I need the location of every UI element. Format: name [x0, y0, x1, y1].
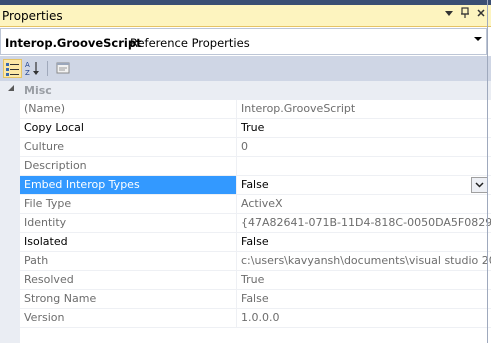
- property-value-cell[interactable]: ActiveX: [237, 195, 491, 214]
- selected-object-name: Interop.GrooveScript: [5, 36, 142, 50]
- property-name-cell: Resolved: [20, 271, 236, 290]
- row-gutter: [0, 157, 20, 176]
- property-row-version[interactable]: Version 1.0.0.0: [0, 309, 491, 328]
- property-name: Copy Local: [24, 121, 84, 134]
- property-value: ActiveX: [241, 197, 283, 210]
- property-value-cell[interactable]: Interop.GrooveScript: [237, 100, 491, 119]
- property-name-cell: Culture: [20, 138, 236, 157]
- panel-right-border: [487, 0, 488, 343]
- property-name-cell: Identity: [20, 214, 236, 233]
- property-row-file-type[interactable]: File Type ActiveX: [0, 195, 491, 214]
- selected-object-type: Reference Properties: [130, 36, 250, 50]
- property-name: Culture: [24, 140, 65, 153]
- property-row-path[interactable]: Path c:\users\kavyansh\documents\visual …: [0, 252, 491, 271]
- row-gutter: [0, 271, 20, 290]
- properties-toolbar: A Z: [0, 56, 491, 81]
- property-value-cell[interactable]: c:\users\kavyansh\documents\visual studi…: [237, 252, 491, 271]
- category-label: Misc: [24, 84, 52, 97]
- svg-text:Z: Z: [25, 69, 30, 76]
- property-name: Identity: [24, 216, 67, 229]
- property-name: (Name): [24, 102, 66, 115]
- row-gutter: [0, 119, 20, 138]
- property-value-cell[interactable]: 0: [237, 138, 491, 157]
- property-value: False: [241, 178, 269, 191]
- property-row-embed-interop-types[interactable]: Embed Interop Types False: [0, 176, 491, 195]
- property-value: {47A82641-071B-11D4-818C-0050DA5F0829}\1…: [241, 216, 491, 229]
- property-name: Resolved: [24, 273, 74, 286]
- property-name-cell: File Type: [20, 195, 236, 214]
- object-selector-dropdown[interactable]: Interop.GrooveScript Reference Propertie…: [0, 28, 487, 55]
- collapse-triangle-icon[interactable]: [8, 85, 15, 94]
- property-value: False: [241, 235, 269, 248]
- property-name: File Type: [24, 197, 72, 210]
- property-value-cell[interactable]: False: [237, 233, 491, 252]
- property-name: Path: [24, 254, 49, 267]
- alphabetical-button[interactable]: A Z: [24, 59, 43, 78]
- row-gutter: [0, 233, 20, 252]
- row-gutter: [0, 290, 20, 309]
- row-gutter: [0, 195, 20, 214]
- property-row-identity[interactable]: Identity {47A82641-071B-11D4-818C-0050DA…: [0, 214, 491, 233]
- property-row-description[interactable]: Description: [0, 157, 491, 176]
- property-value-cell[interactable]: True: [237, 119, 491, 138]
- property-value: 1.0.0.0: [241, 311, 280, 324]
- property-name-cell: Isolated: [20, 233, 236, 252]
- category-header-misc[interactable]: Misc: [0, 81, 491, 100]
- value-dropdown-button[interactable]: [471, 177, 488, 193]
- property-value: True: [241, 121, 265, 134]
- row-gutter-filler: [0, 328, 20, 343]
- row-gutter: [0, 252, 20, 271]
- categorized-icon: [6, 63, 19, 76]
- chevron-down-icon: [475, 182, 484, 188]
- property-value-cell[interactable]: True: [237, 271, 491, 290]
- property-row-resolved[interactable]: Resolved True: [0, 271, 491, 290]
- property-value-cell[interactable]: [237, 157, 491, 176]
- property-value: 0: [241, 140, 248, 153]
- row-gutter: [0, 138, 20, 157]
- panel-title: Properties: [2, 9, 63, 23]
- row-gutter: [0, 309, 20, 328]
- property-value: c:\users\kavyansh\documents\visual studi…: [241, 254, 491, 267]
- row-gutter: [0, 100, 20, 119]
- property-name-cell: Copy Local: [20, 119, 236, 138]
- property-pages-button[interactable]: [54, 59, 73, 78]
- properties-title-bar[interactable]: Properties: [0, 5, 491, 27]
- property-value-cell[interactable]: 1.0.0.0: [237, 309, 491, 328]
- categorized-button[interactable]: [3, 59, 22, 78]
- property-name: Strong Name: [24, 292, 97, 305]
- property-row-isolated[interactable]: Isolated False: [0, 233, 491, 252]
- row-gutter: [0, 176, 20, 195]
- property-name-cell-selected: Embed Interop Types: [20, 176, 236, 195]
- property-value: Interop.GrooveScript: [241, 102, 356, 115]
- property-name-cell: Path: [20, 252, 236, 271]
- property-row-strong-name[interactable]: Strong Name False: [0, 290, 491, 309]
- property-name-cell: Description: [20, 157, 236, 176]
- property-row-copy-local[interactable]: Copy Local True: [0, 119, 491, 138]
- toolbar-separator: [47, 61, 48, 76]
- window-position-icon[interactable]: [441, 7, 457, 23]
- property-name: Description: [24, 159, 87, 172]
- property-value: False: [241, 292, 269, 305]
- chevron-down-icon[interactable]: [474, 35, 482, 45]
- property-value: True: [241, 273, 265, 286]
- property-name: Version: [24, 311, 65, 324]
- alphabetical-sort-icon: A Z: [25, 61, 39, 76]
- property-name-cell: Strong Name: [20, 290, 236, 309]
- property-value-cell[interactable]: False: [237, 176, 491, 195]
- property-row-culture[interactable]: Culture 0: [0, 138, 491, 157]
- property-grid: Misc (Name) Interop.GrooveScript Copy Lo…: [0, 81, 491, 343]
- row-gutter: [0, 214, 20, 233]
- property-name-cell: Version: [20, 309, 236, 328]
- property-name: Embed Interop Types: [24, 178, 140, 191]
- property-value-cell[interactable]: False: [237, 290, 491, 309]
- property-pages-icon: [56, 62, 70, 74]
- pin-icon[interactable]: [457, 7, 473, 23]
- property-row-name[interactable]: (Name) Interop.GrooveScript: [0, 100, 491, 119]
- property-value-cell[interactable]: {47A82641-071B-11D4-818C-0050DA5F0829}\1…: [237, 214, 491, 233]
- property-name-cell: (Name): [20, 100, 236, 119]
- property-name: Isolated: [24, 235, 68, 248]
- svg-text:A: A: [25, 61, 30, 69]
